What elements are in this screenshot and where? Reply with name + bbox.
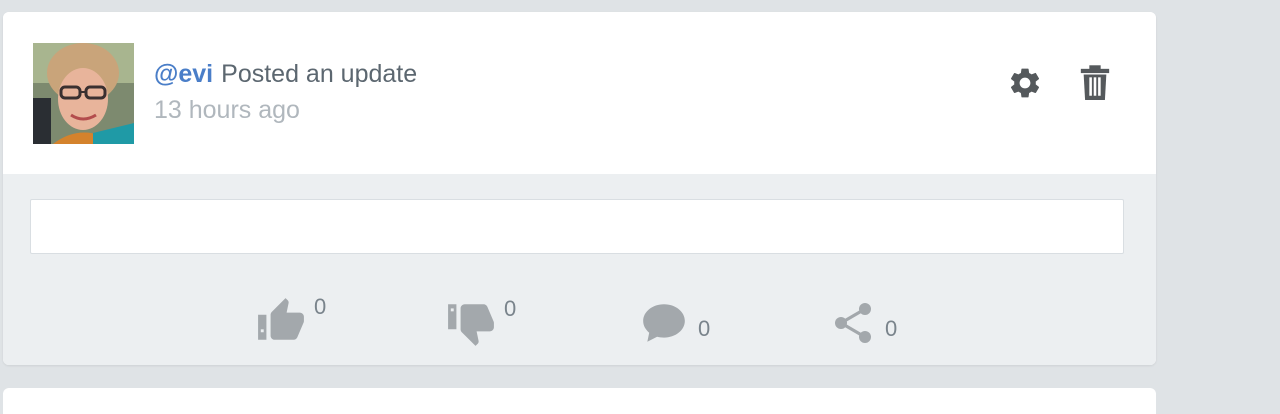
- avatar[interactable]: [33, 43, 134, 144]
- delete-button[interactable]: [1076, 64, 1114, 102]
- thumbs-up-icon: [258, 298, 304, 340]
- activity-actions: [1006, 64, 1114, 102]
- settings-button[interactable]: [1006, 64, 1044, 102]
- comment-button[interactable]: 0: [638, 298, 710, 348]
- share-button[interactable]: 0: [829, 298, 897, 348]
- comment-count: 0: [698, 316, 711, 341]
- activity-card: @evi Posted an update 13 hours ago 0 0 0…: [3, 12, 1156, 365]
- next-activity-card: [3, 388, 1156, 414]
- author-link[interactable]: @evi: [154, 60, 213, 88]
- share-icon: [835, 303, 871, 343]
- activity-feed: @evi Posted an update 13 hours ago 0 0 0…: [0, 0, 1280, 414]
- activity-action-text: Posted an update: [221, 60, 418, 88]
- trash-icon: [1080, 65, 1110, 100]
- comment-input[interactable]: [30, 199, 1124, 254]
- gear-icon: [1010, 68, 1040, 98]
- comment-icon: [643, 304, 685, 342]
- activity-header: @evi Posted an update 13 hours ago: [3, 12, 1156, 174]
- activity-author-line: @evi Posted an update: [154, 60, 417, 89]
- thumbs-down-icon: [448, 304, 494, 346]
- dislike-count: 0: [504, 296, 517, 321]
- like-button[interactable]: 0: [256, 296, 326, 346]
- activity-timestamp[interactable]: 13 hours ago: [154, 96, 300, 125]
- reaction-bar: 0 0 0 0: [3, 282, 1156, 346]
- avatar-image: [33, 43, 134, 144]
- activity-body: 0 0 0 0: [3, 174, 1156, 365]
- dislike-button[interactable]: 0: [446, 298, 516, 348]
- share-count: 0: [885, 316, 898, 341]
- like-count: 0: [314, 294, 327, 319]
